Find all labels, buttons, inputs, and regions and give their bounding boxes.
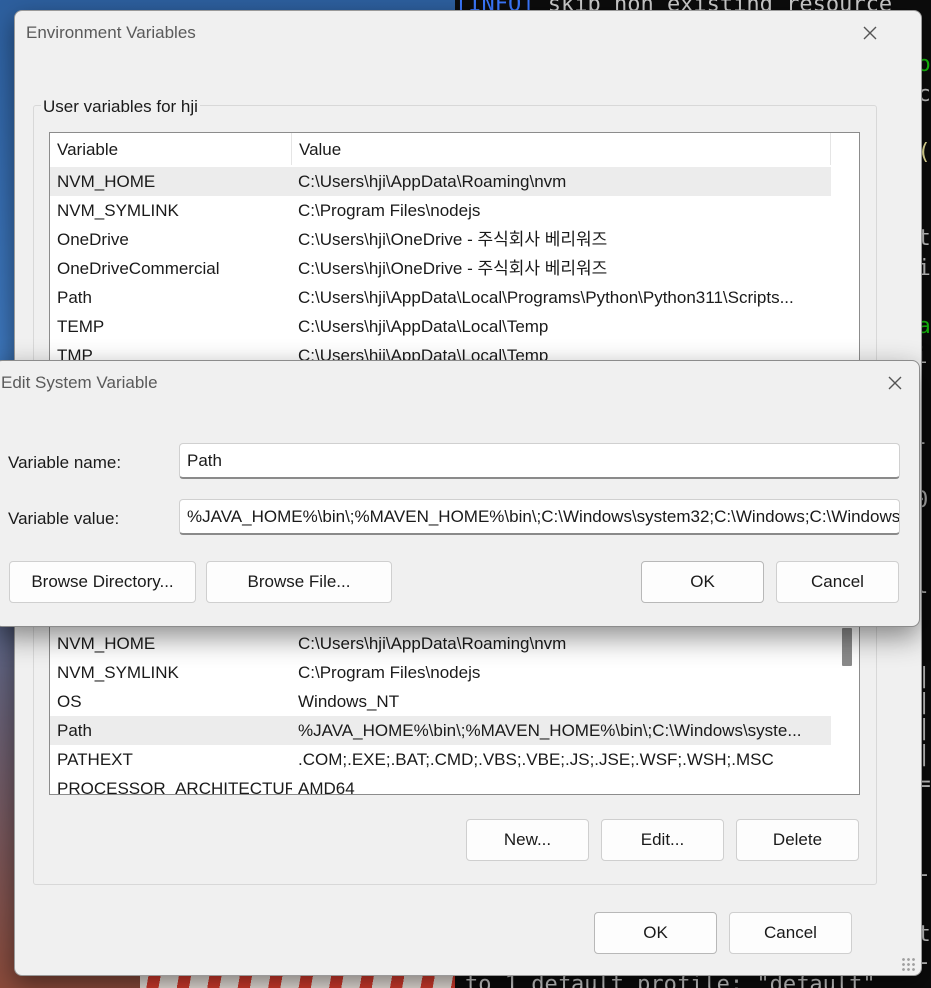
cancel-button[interactable]: Cancel — [729, 912, 852, 954]
variable-name: OS — [57, 692, 82, 711]
variable-value: AMD64 — [298, 779, 355, 795]
delete-button[interactable]: Delete — [736, 819, 859, 861]
dialog-title: Edit System Variable — [1, 373, 158, 392]
close-icon — [863, 26, 877, 40]
ok-button[interactable]: OK — [641, 561, 764, 603]
edit-button[interactable]: Edit... — [601, 819, 724, 861]
column-header-variable[interactable]: Variable — [50, 133, 292, 165]
table-row[interactable]: PROCESSOR_ARCHITECTURE AMD64 — [50, 774, 831, 795]
table-row[interactable]: NVM_SYMLINK C:\Program Files\nodejs — [50, 658, 831, 687]
variable-name: TEMP — [57, 317, 105, 336]
variable-name-field[interactable]: Path — [179, 443, 900, 479]
variable-value: Windows_NT — [298, 692, 400, 711]
variable-value: C:\Program Files\nodejs — [298, 663, 481, 682]
new-button[interactable]: New... — [466, 819, 589, 861]
table-row-selected[interactable]: Path %JAVA_HOME%\bin\;%MAVEN_HOME%\bin\;… — [50, 716, 831, 745]
variable-value: %JAVA_HOME%\bin\;%MAVEN_HOME%\bin\;C:\Wi… — [298, 721, 802, 740]
table-row[interactable]: OneDrive C:\Users\hji\OneDrive - 주식회사 베리… — [50, 225, 831, 254]
column-header-value[interactable]: Value — [292, 133, 831, 165]
table-row[interactable]: NVM_HOME C:\Users\hji\AppData\Roaming\nv… — [50, 629, 831, 658]
variable-name: Path — [57, 721, 92, 740]
variable-value: .COM;.EXE;.BAT;.CMD;.VBS;.VBE;.JS;.JSE;.… — [298, 750, 774, 769]
variable-value: C:\Users\hji\AppData\Local\Programs\Pyth… — [298, 288, 794, 307]
variable-name: NVM_HOME — [57, 172, 156, 191]
dialog-title: Environment Variables — [26, 23, 196, 42]
table-row[interactable]: TEMP C:\Users\hji\AppData\Local\Temp — [50, 312, 831, 341]
table-row[interactable]: NVM_SYMLINK C:\Program Files\nodejs — [50, 196, 831, 225]
variable-name-label: Variable name: — [8, 453, 122, 472]
variable-value: C:\Users\hji\OneDrive - 주식회사 베리워즈 — [298, 259, 608, 278]
user-variables-label: User variables for hji — [41, 97, 200, 117]
table-row[interactable]: PATHEXT .COM;.EXE;.BAT;.CMD;.VBS;.VBE;.J… — [50, 745, 831, 774]
table-row[interactable]: OneDriveCommercial C:\Users\hji\OneDrive… — [50, 254, 831, 283]
ok-button[interactable]: OK — [594, 912, 717, 954]
variable-name: OneDriveCommercial — [57, 259, 220, 278]
variable-name: NVM_SYMLINK — [57, 663, 179, 682]
close-button[interactable] — [879, 367, 911, 399]
variable-name: PROCESSOR_ARCHITECTURE — [57, 779, 292, 795]
list-header: Variable Value — [50, 133, 831, 165]
close-button[interactable] — [854, 17, 886, 49]
scroll-thumb[interactable] — [842, 628, 852, 666]
variable-name: Path — [57, 288, 92, 307]
variable-value: C:\Users\hji\AppData\Local\Temp — [298, 317, 549, 336]
variable-name: NVM_SYMLINK — [57, 201, 179, 220]
table-row[interactable]: Path C:\Users\hji\AppData\Local\Programs… — [50, 283, 831, 312]
variable-value: C:\Users\hji\AppData\Roaming\nvm — [298, 634, 567, 653]
variable-value: C:\Program Files\nodejs — [298, 201, 481, 220]
resize-grip[interactable] — [901, 957, 915, 971]
close-icon — [888, 376, 902, 390]
cancel-button[interactable]: Cancel — [776, 561, 899, 603]
variable-name: NVM_HOME — [57, 634, 156, 653]
table-row[interactable]: OS Windows_NT — [50, 687, 831, 716]
variable-value: C:\Users\hji\AppData\Roaming\nvm — [298, 172, 567, 191]
variable-value: C:\Users\hji\OneDrive - 주식회사 베리워즈 — [298, 230, 608, 249]
browse-directory-button[interactable]: Browse Directory... — [9, 561, 196, 603]
user-variables-list[interactable]: Variable Value NVM_HOME C:\Users\hji\App… — [49, 132, 860, 372]
browse-file-button[interactable]: Browse File... — [206, 561, 392, 603]
table-row[interactable]: NVM_HOME C:\Users\hji\AppData\Roaming\nv… — [50, 167, 831, 196]
variable-name: PATHEXT — [57, 750, 133, 769]
variable-value-field[interactable]: %JAVA_HOME%\bin\;%MAVEN_HOME%\bin\;C:\Wi… — [179, 499, 900, 535]
variable-value-label: Variable value: — [8, 509, 120, 528]
edit-system-variable-dialog: Edit System Variable Variable name: Path… — [0, 360, 920, 627]
variable-name: OneDrive — [57, 230, 129, 249]
